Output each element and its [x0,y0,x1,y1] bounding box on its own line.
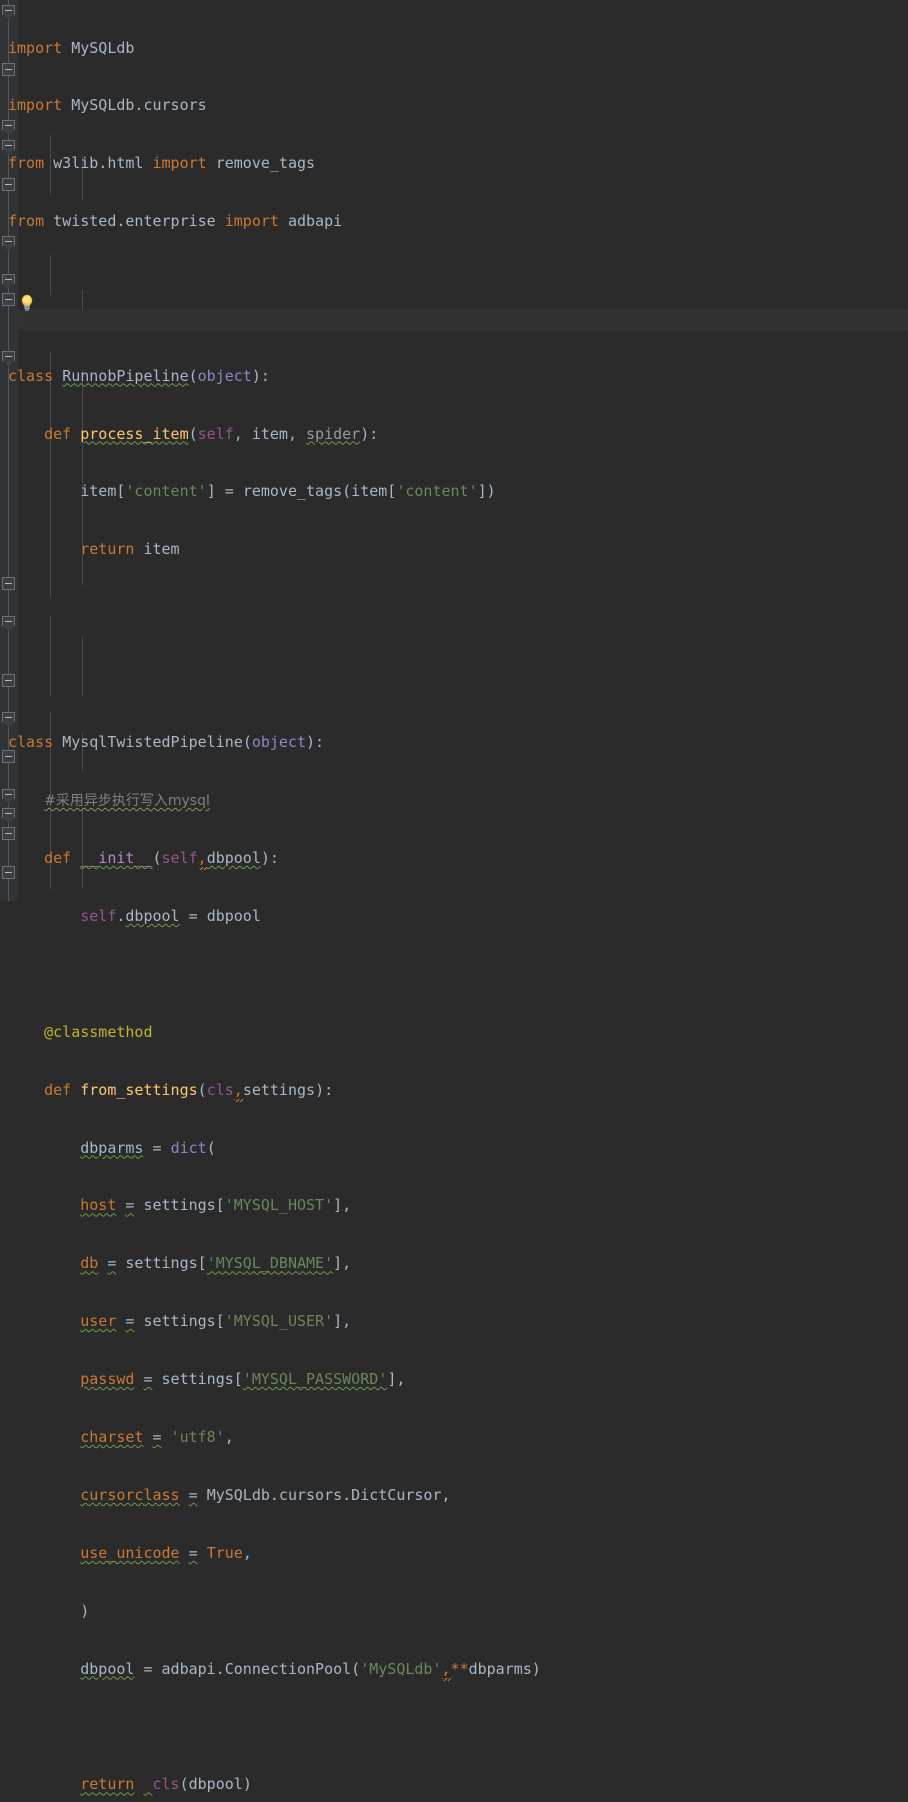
code-line[interactable]: from w3lib.html import remove_tags [8,154,908,173]
code-line[interactable]: def from_settings(cls,settings): [8,1081,908,1100]
code-line[interactable]: class RunnobPipeline(object): [8,367,908,386]
code-line[interactable]: def __init__(self,dbpool): [8,849,908,868]
code-text-area[interactable]: import MySQLdb import MySQLdb.cursors fr… [8,0,908,1794]
code-editor[interactable]: import MySQLdb import MySQLdb.cursors fr… [0,0,908,1794]
code-line-blank[interactable] [8,675,908,694]
code-line[interactable]: user = settings['MYSQL_USER'], [8,1312,908,1331]
code-line-blank[interactable] [8,965,908,984]
code-line[interactable]: def process_item(self, item, spider): [8,425,908,444]
code-line[interactable]: class MysqlTwistedPipeline(object): [8,733,908,752]
code-line[interactable]: from twisted.enterprise import adbapi [8,212,908,231]
code-line[interactable]: passwd = settings['MYSQL_PASSWORD'], [8,1370,908,1389]
code-line[interactable]: host = settings['MYSQL_HOST'], [8,1196,908,1215]
code-line[interactable]: dbparms = dict( [8,1139,908,1158]
code-line[interactable]: self.dbpool = dbpool [8,907,908,926]
code-line[interactable]: import MySQLdb.cursors [8,96,908,115]
code-line-blank[interactable] [8,1717,908,1736]
code-line-blank[interactable] [8,637,908,656]
code-line[interactable]: use_unicode = True, [8,1544,908,1563]
code-line[interactable]: ) [8,1602,908,1621]
code-line[interactable]: cursorclass = MySQLdb.cursors.DictCursor… [8,1486,908,1505]
code-line[interactable]: db = settings['MYSQL_DBNAME'], [8,1254,908,1273]
code-line-decorator[interactable]: @classmethod [8,1023,908,1042]
code-line-blank[interactable] [8,598,908,617]
code-line[interactable]: dbpool = adbapi.ConnectionPool('MySQLdb'… [8,1660,908,1679]
code-line[interactable]: charset = 'utf8', [8,1428,908,1447]
code-line[interactable]: return item [8,540,908,559]
code-line[interactable]: return cls(dbpool) [8,1775,908,1794]
code-line-blank[interactable] [8,309,908,328]
code-line[interactable]: import MySQLdb [8,39,908,58]
code-line-blank[interactable] [8,270,908,289]
code-line-comment[interactable]: #采用异步执行写入mysql [8,791,908,810]
code-line[interactable]: item['content'] = remove_tags(item['cont… [8,482,908,501]
